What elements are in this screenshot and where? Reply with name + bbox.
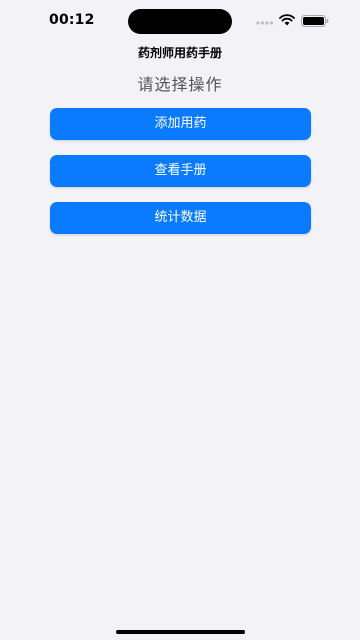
statistics-button[interactable]: 统计数据 (50, 202, 311, 234)
status-time: 00:12 (49, 12, 95, 28)
add-medication-button[interactable]: 添加用药 (50, 108, 311, 140)
home-indicator[interactable] (116, 630, 245, 634)
choose-action-prompt: 请选择操作 (137, 75, 223, 94)
battery-icon (301, 15, 329, 27)
status-bar: 00:12 (0, 0, 360, 44)
signal-icon (256, 21, 274, 25)
dynamic-island (128, 9, 232, 34)
view-handbook-button[interactable]: 查看手册 (50, 155, 311, 187)
wifi-icon (279, 14, 295, 26)
page-title: 药剂师用药手册 (137, 46, 222, 60)
